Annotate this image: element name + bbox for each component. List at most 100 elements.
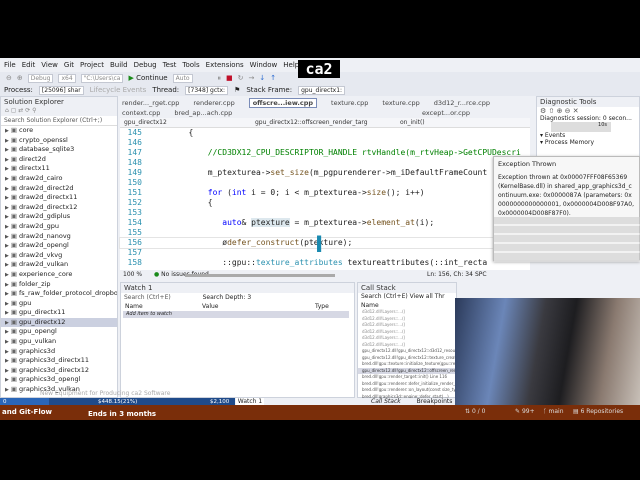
add-watch-row[interactable]: Add item to watch [123, 311, 349, 318]
solution-tree-item[interactable]: ▶ ▣ gpu [1, 299, 117, 309]
horizontal-scrollbar[interactable] [185, 274, 335, 277]
solution-tree-item[interactable]: ▶ ▣ folder_zip [1, 280, 117, 290]
startup-dropdown[interactable]: "C:\Users\ca [80, 73, 124, 83]
code-line[interactable]: 157 [120, 248, 530, 258]
solution-tree-item[interactable]: ▶ ▣ graphics3d_directx11 [1, 356, 117, 366]
menu-build[interactable]: Build [110, 61, 128, 69]
expand-icon[interactable]: ▶ [5, 349, 9, 355]
solution-tree-item[interactable]: ▶ ▣ directx11 [1, 164, 117, 174]
expand-icon[interactable]: ▶ [5, 234, 9, 240]
menu-view[interactable]: View [41, 61, 58, 69]
editor-tab[interactable]: d3d12_r...rce.cpp [434, 99, 490, 107]
code-line[interactable]: 155 [120, 228, 530, 238]
restart-icon[interactable]: ↻ [238, 74, 244, 82]
col-value[interactable]: Value [202, 303, 218, 310]
solution-tree-item[interactable]: ▶ ▣ draw2d_directx11 [1, 193, 117, 203]
solution-tree-item[interactable]: ▶ ▣ draw2d_cairo [1, 174, 117, 184]
expand-icon[interactable]: ▶ [5, 301, 9, 307]
expand-icon[interactable]: ▶ [5, 358, 9, 364]
code-line[interactable]: 151 for (int i = 0; i < m_ptexturea->siz… [120, 188, 530, 198]
code-line[interactable]: 150 [120, 178, 530, 188]
expand-icon[interactable]: ▶ [5, 138, 9, 144]
member-dropdown[interactable]: on_init() [400, 118, 425, 128]
menu-help[interactable]: Help [283, 61, 299, 69]
code-line[interactable]: 156 ødefer_construct(ptexture); [119, 237, 531, 249]
project-dropdown[interactable]: gpu_directx12 [124, 119, 167, 126]
platform-dropdown[interactable]: x64 [58, 73, 76, 83]
call-stack-row[interactable]: bred.dll!gpu::renderer::on_layout(const … [358, 387, 456, 394]
menu-window[interactable]: Window [250, 61, 278, 69]
config-dropdown[interactable]: Debug [27, 73, 54, 83]
code-editor[interactable]: 145 {146 147 //CD3DX12_CPU_DESCRIPTOR_HAN… [119, 128, 531, 270]
step-over-icon[interactable]: → [249, 74, 255, 82]
solution-tree-item[interactable]: ▶ ▣ fs_raw_folder_protocol_dropbox [1, 289, 117, 299]
solution-tree-item[interactable]: ▶ ▣ draw2d_gpu [1, 222, 117, 232]
search-depth-dropdown[interactable]: 3 [247, 294, 251, 301]
solution-tree-item[interactable]: ▶ ▣ direct2d [1, 155, 117, 165]
expand-icon[interactable]: ▶ [5, 186, 9, 192]
solution-tree-item[interactable]: ▶ ▣ graphics3d [1, 347, 117, 357]
zoom-dropdown[interactable]: 100 % [123, 271, 142, 278]
expand-icon[interactable]: ▶ [5, 205, 9, 211]
solution-search-input[interactable]: Search Solution Explorer (Ctrl+;) [1, 116, 117, 126]
expand-icon[interactable]: ▶ [5, 253, 9, 259]
step-into-icon[interactable]: ↓ [259, 74, 265, 82]
expand-icon[interactable]: ▶ [5, 157, 9, 163]
code-line[interactable]: 158 ::gpu::texture_attributes textureatt… [120, 258, 530, 268]
continue-button[interactable]: ▶ Continue [128, 74, 167, 82]
menu-tools[interactable]: Tools [182, 61, 199, 69]
menu-test[interactable]: Test [163, 61, 177, 69]
solution-tree-item[interactable]: ▶ ▣ draw2d_directx12 [1, 203, 117, 213]
expand-icon[interactable]: ▶ [5, 214, 9, 220]
call-stack-row[interactable]: bred.dll!gpu::render_target::init() Line… [358, 374, 456, 381]
solution-tree-item[interactable]: ▶ ▣ core [1, 126, 117, 136]
lifecycle-events-button[interactable]: Lifecycle Events [90, 86, 147, 94]
auto-dropdown[interactable]: Auto [172, 73, 193, 83]
tab-breakpoints[interactable]: Breakpoints [417, 398, 453, 405]
expand-icon[interactable]: ▶ [5, 224, 9, 230]
solution-tree-item[interactable]: ▶ ▣ draw2d_opengl [1, 241, 117, 251]
solution-tree-item[interactable]: ▶ ▣ gpu_vulkan [1, 337, 117, 347]
solution-tree-item[interactable]: ▶ ▣ database_sqlite3 [1, 145, 117, 155]
solution-tree-item[interactable]: ▶ ▣ draw2d_direct2d [1, 184, 117, 194]
solution-tree-item[interactable]: ▶ ▣ gpu_directx11 [1, 308, 117, 318]
menu-git[interactable]: Git [64, 61, 74, 69]
editor-tab[interactable]: render..._rget.cpp [122, 99, 179, 107]
call-stack-row[interactable]: gpu_directx12.dll!gpu_directx12::d3d12_r… [358, 348, 456, 355]
expand-icon[interactable]: ▶ [5, 272, 9, 278]
thread-dropdown[interactable]: [7348] gctx: [185, 85, 229, 95]
expand-icon[interactable]: ▶ [5, 368, 9, 374]
call-stack-row[interactable]: bred.dll!gpu::texture::initialize_textur… [358, 361, 456, 368]
menu-extensions[interactable]: Extensions [206, 61, 244, 69]
editor-tab[interactable]: texture.cpp [382, 99, 419, 107]
memory-section[interactable]: ▾ Process Memory [537, 139, 639, 146]
solution-tree-item[interactable]: ▶ ▣ draw2d_nanovg [1, 232, 117, 242]
events-section[interactable]: ▾ Events [537, 132, 639, 139]
menu-project[interactable]: Project [80, 61, 104, 69]
solution-tree-item[interactable]: ▶ ▣ draw2d_gdiplus [1, 212, 117, 222]
solution-tree-item[interactable]: ▶ ▣ gpu_opengl [1, 327, 117, 337]
expand-icon[interactable]: ▶ [5, 310, 9, 316]
col-name[interactable]: Name [125, 303, 143, 310]
solution-tree-item[interactable]: ▶ ▣ gpu_directx12 [1, 317, 117, 328]
scope-dropdown[interactable]: gpu_directx12::offscreen_render_targ [255, 118, 368, 128]
expand-icon[interactable]: ▶ [5, 195, 9, 201]
process-dropdown[interactable]: [25096] shar [38, 85, 84, 95]
expand-icon[interactable]: ▶ [5, 377, 9, 383]
branch-indicator[interactable]: ᚴ main [543, 408, 564, 415]
code-line[interactable]: 149 m_ptexturea->set_size(m_pgpurenderer… [120, 168, 530, 178]
solution-tree-item[interactable]: ▶ ▣ crypto_openssl [1, 136, 117, 146]
menu-file[interactable]: File [4, 61, 16, 69]
forward-icon[interactable]: ⊕ [17, 74, 23, 82]
editor-tab[interactable]: context.cpp [122, 109, 160, 117]
view-all-threads[interactable]: View all Thr [410, 293, 445, 300]
flag-icon[interactable]: ⚑ [234, 86, 240, 94]
expand-icon[interactable]: ▶ [5, 329, 9, 335]
code-line[interactable]: 154 auto& ptexture = m_ptexturea->elemen… [120, 218, 530, 228]
solution-tree-item[interactable]: ▶ ▣ graphics3d_directx12 [1, 366, 117, 376]
step-out-icon[interactable]: ↑ [270, 74, 276, 82]
expand-icon[interactable]: ▶ [5, 387, 9, 393]
col-type[interactable]: Type [315, 303, 329, 310]
solution-tree-item[interactable]: ▶ ▣ draw2d_vulkan [1, 260, 117, 270]
pause-icon[interactable]: ⏸ [218, 74, 222, 83]
